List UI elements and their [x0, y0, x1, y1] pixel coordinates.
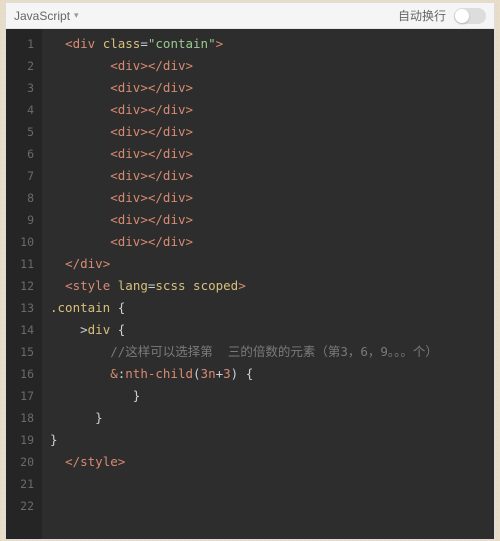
- wrap-label: 自动换行: [398, 7, 446, 24]
- code-area[interactable]: <div class="contain"> <div></div> <div><…: [42, 29, 494, 539]
- code-line: }: [50, 429, 494, 451]
- line-number: 1: [6, 33, 34, 55]
- line-number: 21: [6, 473, 34, 495]
- code-line: <div></div>: [50, 187, 494, 209]
- code-line: >div {: [50, 319, 494, 341]
- code-line: <style lang=scss scoped>: [50, 275, 494, 297]
- code-line: [50, 495, 494, 517]
- line-number: 14: [6, 319, 34, 341]
- line-number: 22: [6, 495, 34, 517]
- line-number: 17: [6, 385, 34, 407]
- line-number: 3: [6, 77, 34, 99]
- line-number: 9: [6, 209, 34, 231]
- line-number: 18: [6, 407, 34, 429]
- code-line: <div></div>: [50, 121, 494, 143]
- line-number: 4: [6, 99, 34, 121]
- toggle-knob: [455, 9, 469, 23]
- line-number: 15: [6, 341, 34, 363]
- code-line: </style>: [50, 451, 494, 473]
- code-line: &:nth-child(3n+3) {: [50, 363, 494, 385]
- chevron-down-icon: ▾: [74, 10, 79, 21]
- language-label: JavaScript: [14, 9, 70, 23]
- code-line: .contain {: [50, 297, 494, 319]
- line-number: 13: [6, 297, 34, 319]
- code-line: }: [50, 385, 494, 407]
- line-number: 12: [6, 275, 34, 297]
- code-line: <div></div>: [50, 209, 494, 231]
- code-line: <div class="contain">: [50, 33, 494, 55]
- toolbar-right: 自动换行: [398, 7, 486, 24]
- code-line: <div></div>: [50, 77, 494, 99]
- editor-toolbar: JavaScript ▾ 自动换行: [6, 3, 494, 29]
- line-number: 16: [6, 363, 34, 385]
- line-number: 8: [6, 187, 34, 209]
- line-number: 2: [6, 55, 34, 77]
- code-line: <div></div>: [50, 165, 494, 187]
- code-editor[interactable]: 12345678910111213141516171819202122 <div…: [6, 29, 494, 539]
- wrap-toggle[interactable]: [454, 8, 486, 24]
- line-number: 5: [6, 121, 34, 143]
- line-gutter: 12345678910111213141516171819202122: [6, 29, 42, 539]
- code-line: <div></div>: [50, 99, 494, 121]
- code-line: </div>: [50, 253, 494, 275]
- line-number: 20: [6, 451, 34, 473]
- line-number: 6: [6, 143, 34, 165]
- code-line: <div></div>: [50, 55, 494, 77]
- code-line: <div></div>: [50, 231, 494, 253]
- line-number: 11: [6, 253, 34, 275]
- line-number: 7: [6, 165, 34, 187]
- code-line: [50, 473, 494, 495]
- editor-panel: JavaScript ▾ 自动换行 1234567891011121314151…: [5, 2, 495, 540]
- code-line: }: [50, 407, 494, 429]
- line-number: 10: [6, 231, 34, 253]
- code-line: <div></div>: [50, 143, 494, 165]
- line-number: 19: [6, 429, 34, 451]
- language-select[interactable]: JavaScript ▾: [14, 9, 79, 23]
- code-line: //这样可以选择第 三的倍数的元素（第3，6，9。。。个）: [50, 341, 494, 363]
